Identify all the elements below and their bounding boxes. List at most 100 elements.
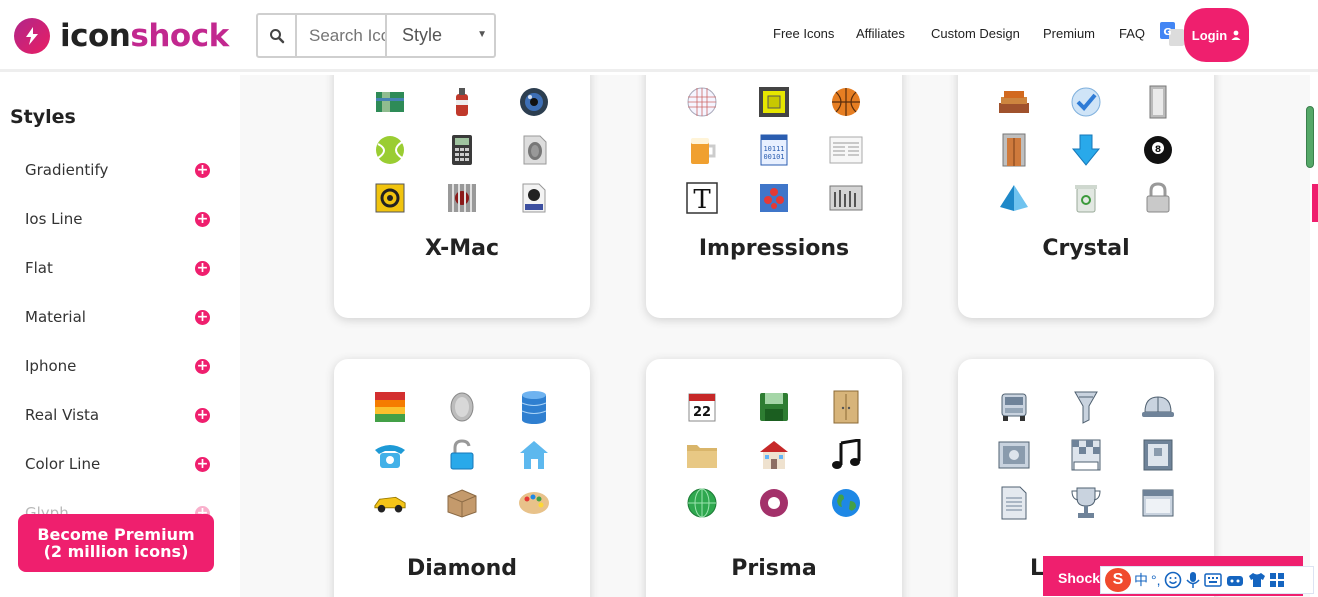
sidebar-item-gradientify[interactable]: Gradientify + (25, 158, 215, 182)
grid-menu-icon[interactable] (1269, 572, 1285, 588)
sports-car-icon (373, 486, 407, 520)
plus-circle-icon[interactable]: + (195, 211, 210, 227)
music-note-icon (829, 438, 863, 472)
login-button[interactable]: Login (1184, 8, 1249, 62)
keyboard-icon[interactable] (1203, 573, 1222, 587)
search-button[interactable] (258, 15, 297, 56)
database-icon (517, 390, 551, 424)
basketball-icon (829, 85, 863, 119)
monitor-icon (757, 85, 791, 119)
download-arrow-icon (1069, 133, 1103, 167)
home-icon (517, 438, 551, 472)
frame-icon (1141, 438, 1175, 472)
style-select[interactable]: Style ▼ (387, 15, 494, 56)
sidebar-item-material[interactable]: Material + (25, 305, 215, 329)
icon-set-card[interactable]: 8 Crystal (958, 75, 1214, 318)
palette-icon (517, 486, 551, 520)
biohazard-icon (373, 181, 407, 215)
icon-set-card[interactable]: 10111 00101 T Impressions (646, 75, 902, 318)
unlock-icon (445, 438, 479, 472)
funnel-icon (1069, 390, 1103, 424)
assistant-icon[interactable] (1225, 572, 1245, 588)
sidebar-item-real-vista[interactable]: Real Vista + (25, 403, 215, 427)
floppy-disk-icon (757, 390, 791, 424)
tennis-ball-icon (373, 133, 407, 167)
fingerprint-icon (517, 133, 551, 167)
hard-hat-icon (1141, 390, 1175, 424)
ime-chinese-toggle[interactable]: 中 (1134, 570, 1148, 590)
icon-set-card[interactable]: X-Mac (334, 75, 590, 318)
nav-affiliates[interactable]: Affiliates (856, 26, 905, 41)
sidebar-item-iphone[interactable]: Iphone + (25, 354, 215, 378)
card-title: Diamond (406, 556, 518, 581)
sidebar-item-ios-line[interactable]: Ios Line + (25, 207, 215, 231)
jail-icon (445, 181, 479, 215)
microphone-icon[interactable] (1185, 571, 1201, 589)
become-premium-button[interactable]: Become Premium (2 million icons) (18, 514, 214, 572)
sidebar-item-color-line[interactable]: Color Line + (25, 452, 215, 476)
photo-icon (997, 438, 1031, 472)
site-header: iconshock Style ▼ Free Icons Affiliates … (0, 0, 1318, 72)
sidebar-item-label: Color Line (25, 455, 101, 473)
newspaper-icon (829, 133, 863, 167)
logo-text: iconshock (60, 18, 229, 54)
recycle-bin-icon (1069, 181, 1103, 215)
molecule-icon (757, 181, 791, 215)
lightning-bolt-icon (14, 18, 50, 54)
style-select-label: Style (402, 25, 443, 45)
icon-set-card[interactable]: Diamond (334, 359, 590, 597)
emoji-icon[interactable] (1164, 571, 1182, 589)
search-input[interactable] (297, 15, 387, 56)
sidebar-item-flat[interactable]: Flat + (25, 256, 215, 280)
trophy-icon (1069, 486, 1103, 520)
plus-circle-icon[interactable]: + (195, 162, 210, 178)
chess-icon (1069, 438, 1103, 472)
door-icon (997, 133, 1031, 167)
card-title: Impressions (698, 236, 850, 261)
layers-icon (373, 390, 407, 424)
window-icon (1141, 486, 1175, 520)
google-translate-icon[interactable]: G (1160, 22, 1184, 46)
plus-circle-icon[interactable]: + (195, 407, 210, 423)
sidebar-item-label: Flat (25, 259, 53, 277)
spray-can-icon (445, 85, 479, 119)
scrollbar-thumb[interactable] (1306, 106, 1314, 168)
plus-circle-icon[interactable]: + (195, 358, 210, 374)
card-title: Prisma (731, 556, 817, 581)
card-title: Crystal (1042, 236, 1130, 261)
globe-grid-icon (685, 85, 719, 119)
sidebar-item-label: Real Vista (25, 406, 100, 424)
svg-text:G: G (1163, 27, 1171, 38)
map-icon (373, 85, 407, 119)
wmv-file-icon (517, 181, 551, 215)
speaker-icon (517, 85, 551, 119)
search-bar: Style ▼ (256, 13, 496, 58)
folder-icon (685, 438, 719, 472)
caret-down-icon: ▼ (477, 29, 487, 40)
sidebar-title: Styles (10, 106, 76, 128)
login-label: Login (1191, 27, 1228, 43)
record-icon (757, 486, 791, 520)
nav-premium[interactable]: Premium (1043, 26, 1095, 41)
nav-free-icons[interactable]: Free Icons (773, 26, 834, 41)
coin-icon (445, 390, 479, 424)
logo[interactable]: iconshock (14, 16, 229, 56)
nav-faq[interactable]: FAQ (1119, 26, 1145, 41)
sogou-logo-icon[interactable]: S (1105, 568, 1131, 592)
padlock-icon (1141, 181, 1175, 215)
plus-circle-icon[interactable]: + (195, 456, 210, 472)
checkmark-badge-icon (1069, 85, 1103, 119)
skin-shirt-icon[interactable] (1248, 572, 1266, 588)
icon-sets-grid: X-Mac 10111 00101 T Impressions 8 Crystal (240, 75, 1310, 597)
plus-circle-icon[interactable]: + (195, 260, 210, 276)
beer-mug-icon (685, 133, 719, 167)
plus-circle-icon[interactable]: + (195, 309, 210, 325)
side-tab[interactable] (1312, 184, 1318, 222)
house-icon (757, 438, 791, 472)
icon-set-card[interactable]: 22 Prisma (646, 359, 902, 597)
nav-custom-design[interactable]: Custom Design (931, 26, 1020, 41)
binary-file-icon: 10111 00101 (757, 133, 791, 167)
calculator-icon (445, 133, 479, 167)
ime-punctuation-toggle[interactable]: °, (1151, 572, 1161, 588)
premium-line-1: Become Premium (37, 525, 195, 544)
